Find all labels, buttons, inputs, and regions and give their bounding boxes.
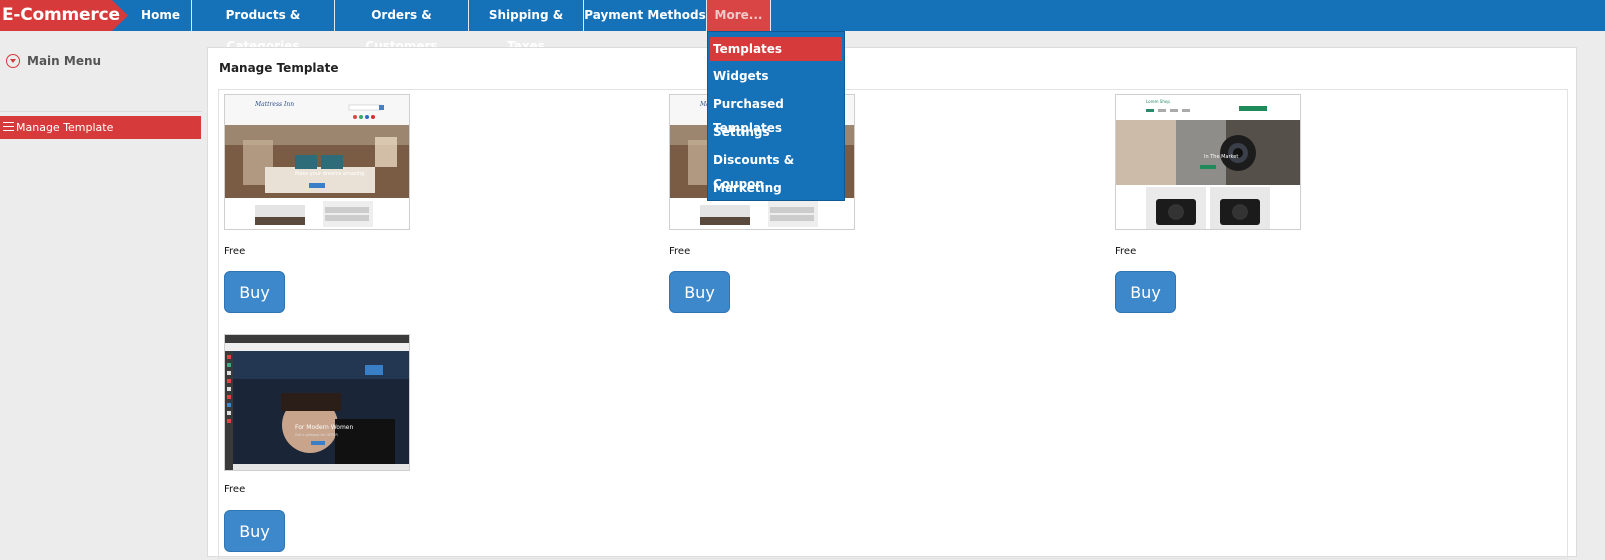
nav-payment-methods[interactable]: Payment Methods [584, 0, 707, 31]
thumb-logo-text: Lorem Shop [1146, 99, 1170, 104]
menu-item-settings[interactable]: Settings [710, 120, 842, 144]
main-menu-label: Main Menu [27, 54, 102, 68]
main-menu-toggle[interactable]: Main Menu [6, 49, 196, 73]
menu-item-templates[interactable]: Templates [710, 37, 842, 61]
buy-button[interactable]: Buy [1115, 271, 1176, 313]
list-icon [3, 122, 14, 133]
menu-item-discounts-coupon[interactable]: Discounts & Coupon [710, 148, 842, 191]
sidebar: Main Menu Manage Template [0, 31, 202, 549]
nav-more[interactable]: More... [707, 0, 771, 31]
template-thumbnail[interactable]: Mattress Inn Make your dreams amazing [224, 94, 410, 230]
template-price: Free [1115, 246, 1137, 257]
more-dropdown-menu: Templates Widgets Purchased Templates Se… [707, 31, 845, 201]
thumb-logo-text: Mattress Inn [254, 101, 294, 108]
sidebar-item-manage-template[interactable]: Manage Template [0, 116, 201, 139]
template-price: Free [669, 246, 691, 257]
chevron-down-circle-icon [6, 54, 20, 68]
nav-products-categories[interactable]: Products & Categories [192, 0, 335, 53]
thumb-subtagline: Get a glimpse for OFFER [295, 433, 338, 437]
thumb-tagline: For Modern Women [295, 424, 353, 431]
top-navbar: E-Commerce Home Products & Categories Or… [0, 0, 1605, 53]
menu-item-purchased-templates[interactable]: Purchased Templates [710, 92, 842, 135]
template-card: For Modern Women Get a glimpse for OFFER… [224, 334, 414, 560]
template-price: Free [224, 246, 246, 257]
sidebar-divider [0, 111, 202, 112]
main-panel: Manage Template Mattress Inn Make your d… [207, 47, 1577, 559]
buy-button[interactable]: Buy [224, 271, 285, 313]
buy-button[interactable]: Buy [224, 510, 285, 552]
template-card: Lorem Shop In The Market Free Buy [1115, 94, 1305, 314]
page-title: Manage Template [219, 61, 339, 75]
menu-item-marketing[interactable]: Marketing [710, 176, 842, 200]
template-thumbnail[interactable]: For Modern Women Get a glimpse for OFFER [224, 334, 410, 471]
nav-home[interactable]: Home [130, 0, 192, 31]
template-grid: Mattress Inn Make your dreams amazing Fr… [218, 89, 1568, 559]
sidebar-item-label: Manage Template [16, 121, 114, 134]
nav-shipping-taxes[interactable]: Shipping & Taxes [469, 0, 584, 53]
thumb-tagline: Make your dreams amazing [295, 171, 364, 177]
thumb-tagline: In The Market [1204, 154, 1238, 160]
template-thumbnail[interactable]: Lorem Shop In The Market [1115, 94, 1301, 230]
nav-orders-customers[interactable]: Orders & Customers [335, 0, 469, 53]
brand-logo[interactable]: E-Commerce [0, 0, 128, 31]
buy-button[interactable]: Buy [669, 271, 730, 313]
template-price: Free [224, 484, 246, 495]
template-card: Mattress Inn Make your dreams amazing Fr… [224, 94, 414, 314]
menu-item-widgets[interactable]: Widgets [710, 64, 842, 88]
